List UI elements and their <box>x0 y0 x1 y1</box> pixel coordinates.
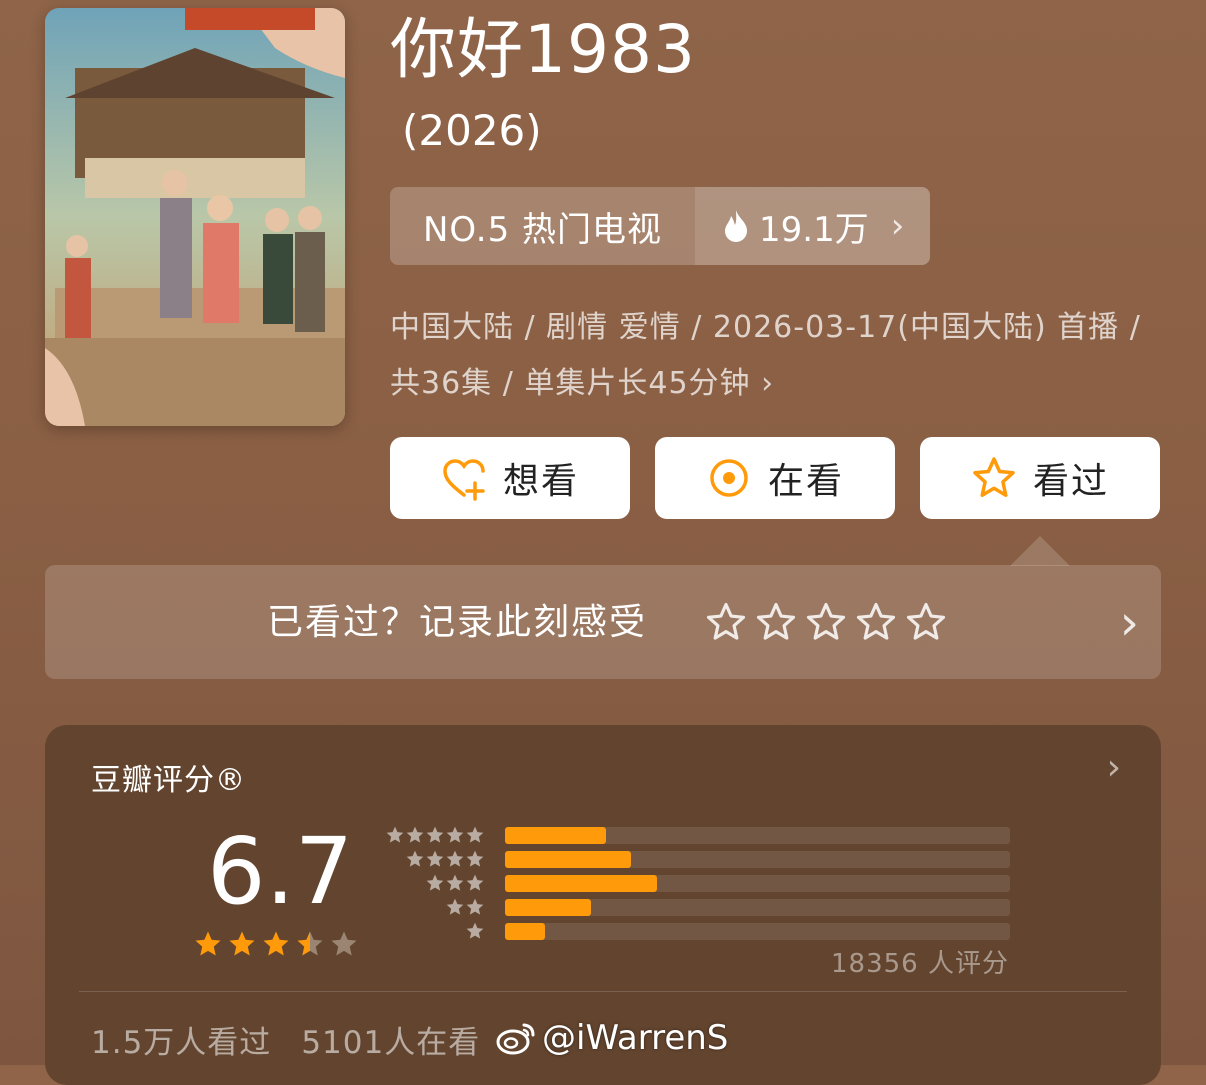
star-small-icon <box>466 874 484 891</box>
watch-stats: 1.5万人看过 5101人在看 <box>91 1017 480 1062</box>
histogram-track <box>505 827 1010 844</box>
chevron-right-icon: › <box>1106 747 1121 788</box>
histogram-track <box>505 899 1010 916</box>
star-half-icon <box>297 931 323 956</box>
star-outline-icon[interactable] <box>855 601 897 643</box>
heat-value: 19.1万 <box>759 209 869 250</box>
star-filled-icon <box>195 931 221 956</box>
star-filled-icon <box>229 931 255 956</box>
info-line-1: 中国大陆 / 剧情 爱情 / 2026-03-17(中国大陆) 首播 / <box>390 310 1141 345</box>
histogram-bar <box>505 827 606 844</box>
heart-plus-icon <box>443 459 485 501</box>
star-filled-icon <box>263 931 289 956</box>
histogram-track <box>505 851 1010 868</box>
ranking-bar[interactable]: NO.5 热门电视 19.1万 › <box>390 187 930 265</box>
histogram-bar <box>505 875 657 892</box>
watermark: @iWarrenS <box>496 1018 728 1058</box>
histogram-bar <box>505 851 632 868</box>
star-small-icon <box>466 850 484 867</box>
star-small-icon <box>446 898 464 915</box>
histogram-bar <box>505 899 591 916</box>
histogram-stars <box>405 849 485 869</box>
star-outline-icon[interactable] <box>805 601 847 643</box>
star-small-icon <box>406 850 424 867</box>
watching-count[interactable]: 5101人在看 <box>301 1017 480 1062</box>
star-outline-icon[interactable] <box>905 601 947 643</box>
info-line-2: 共36集 / 单集片长45分钟 <box>390 366 751 401</box>
histogram-track <box>505 923 1010 940</box>
callout-pointer <box>1010 536 1070 566</box>
star-small-icon <box>406 826 424 843</box>
rating-score: 6.7 <box>207 818 354 925</box>
target-icon <box>710 459 748 497</box>
weibo-icon <box>496 1023 535 1055</box>
watched-button[interactable]: 看过 <box>920 437 1160 519</box>
release-year: (2026) <box>402 106 542 155</box>
score-stars <box>193 929 359 959</box>
histogram-row-2-star <box>375 897 1015 917</box>
histogram-stars <box>385 825 485 845</box>
star-small-icon <box>426 850 444 867</box>
ranking-label[interactable]: NO.5 热门电视 <box>390 187 695 265</box>
watching-label: 在看 <box>767 461 844 502</box>
rating-title: 豆瓣评分® <box>91 763 246 798</box>
heat-badge[interactable]: 19.1万 › <box>695 187 930 265</box>
star-small-icon <box>426 874 444 891</box>
star-small-icon <box>446 874 464 891</box>
rating-count: 18356 人评分 <box>831 949 1009 979</box>
star-outline-icon[interactable] <box>705 601 747 643</box>
star-small-icon <box>466 922 484 939</box>
watched-count[interactable]: 1.5万人看过 <box>91 1017 271 1062</box>
page-title: 你好1983 <box>390 11 696 88</box>
star-small-icon <box>466 898 484 915</box>
histogram-row-3-star <box>375 873 1015 893</box>
flame-icon <box>725 210 747 242</box>
watermark-text: @iWarrenS <box>542 1018 729 1058</box>
star-small-icon <box>386 826 404 843</box>
star-outline-icon[interactable] <box>755 601 797 643</box>
divider <box>79 991 1127 992</box>
histogram-stars <box>445 897 485 917</box>
histogram-stars <box>425 873 485 893</box>
histogram-row-1-star <box>375 921 1015 941</box>
chevron-right-icon: › <box>890 206 905 246</box>
star-empty-icon <box>331 931 357 956</box>
poster-image[interactable] <box>45 8 345 426</box>
info-line-2-wrap: 共36集 / 单集片长45分钟 › <box>390 356 1180 412</box>
want-button[interactable]: 想看 <box>390 437 630 519</box>
histogram-row-4-star <box>375 849 1015 869</box>
star-small-icon <box>446 826 464 843</box>
histogram-bar <box>505 923 546 940</box>
histogram-stars <box>465 921 485 941</box>
star-outline-icon <box>973 457 1015 497</box>
star-small-icon <box>466 826 484 843</box>
chevron-right-icon: › <box>761 366 775 401</box>
want-label: 想看 <box>502 461 579 502</box>
histogram-row-5-star <box>375 825 1015 845</box>
rating-stars-input[interactable] <box>705 601 947 643</box>
star-small-icon <box>426 826 444 843</box>
rate-prompt[interactable]: 已看过？记录此刻感受 › <box>45 565 1161 679</box>
watched-label: 看过 <box>1032 461 1109 502</box>
chevron-right-icon: › <box>1119 595 1139 651</box>
histogram-track <box>505 875 1010 892</box>
star-small-icon <box>446 850 464 867</box>
watching-button[interactable]: 在看 <box>655 437 895 519</box>
rate-prompt-text: 已看过？记录此刻感受 <box>267 602 648 643</box>
show-info[interactable]: 中国大陆 / 剧情 爱情 / 2026-03-17(中国大陆) 首播 / 共36… <box>390 300 1180 412</box>
